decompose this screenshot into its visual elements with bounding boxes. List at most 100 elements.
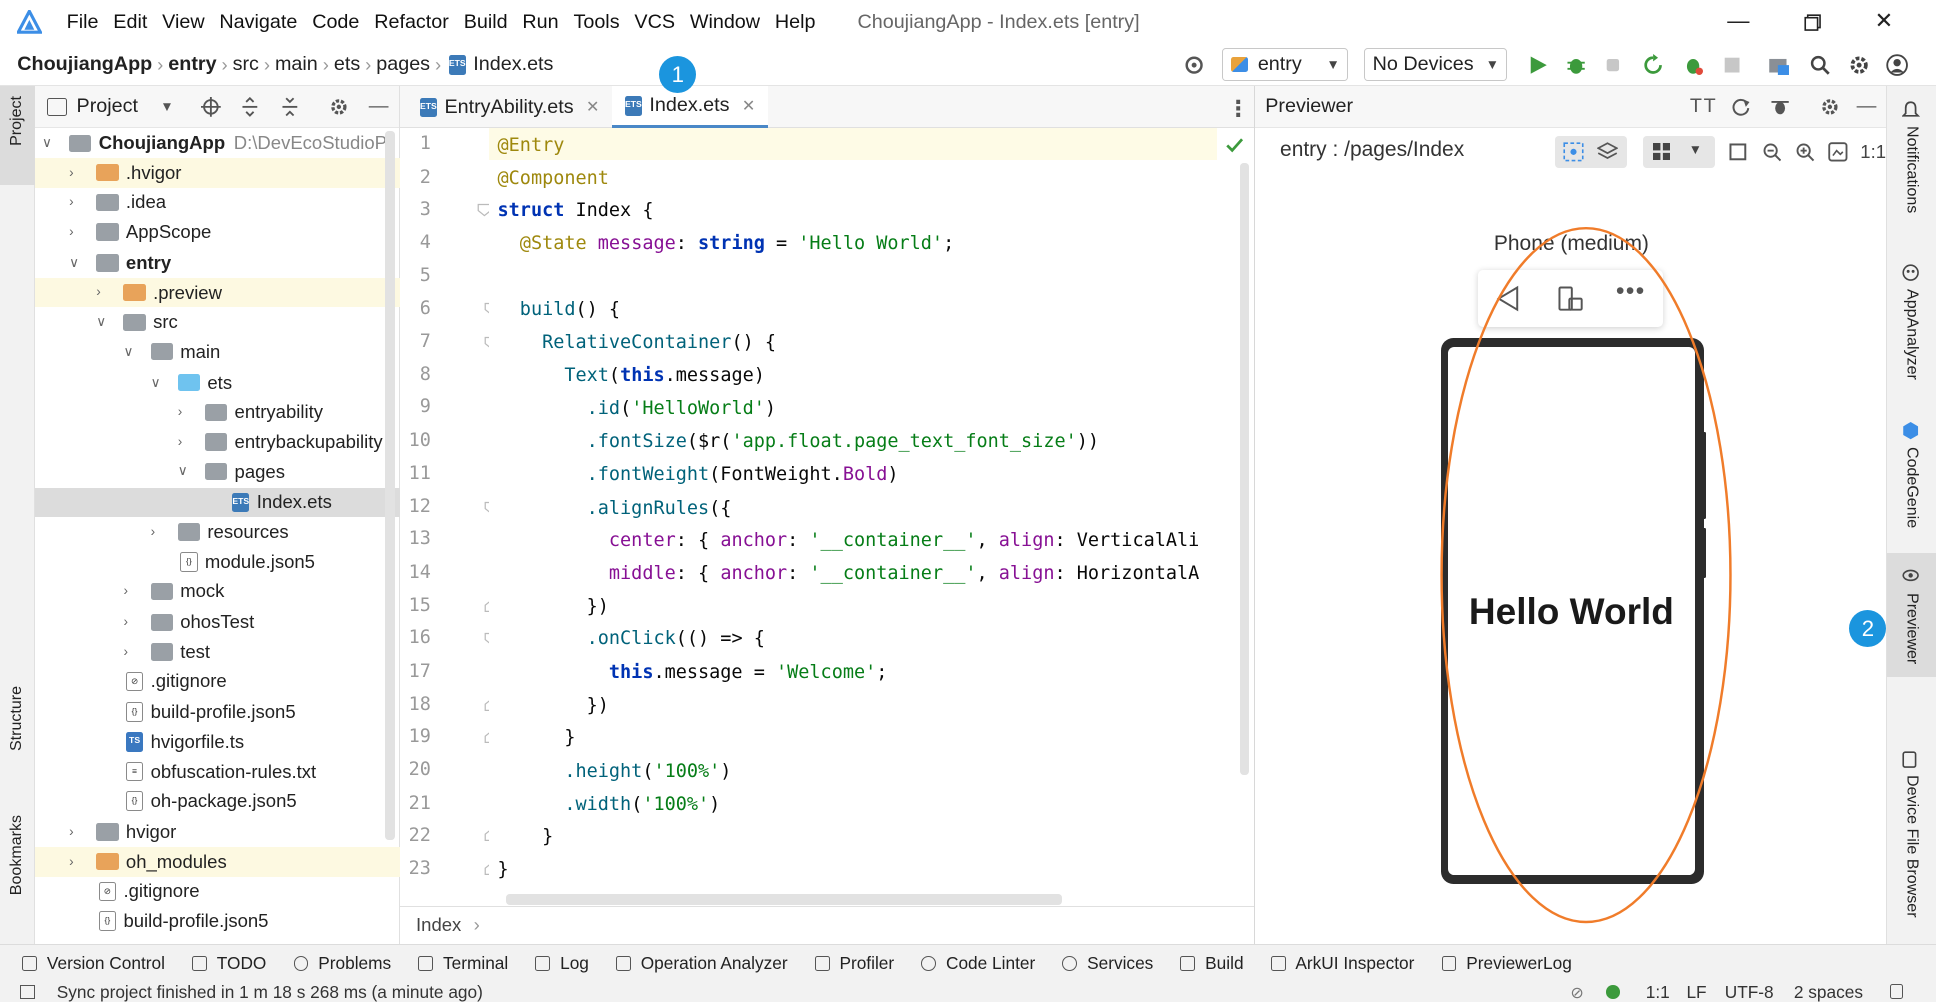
debug-icon[interactable] [1565,54,1587,76]
menu-run[interactable]: Run [515,11,566,34]
menu-edit[interactable]: Edit [106,11,155,34]
tree-item[interactable]: › test [35,637,400,667]
editor-vertical-scrollbar[interactable] [1239,162,1250,776]
tab-entryability[interactable]: ETS EntryAbility.ets ✕ [407,86,611,128]
zoom-out-icon[interactable] [1762,142,1782,162]
tool-services[interactable]: Services [1062,953,1153,974]
tree-item[interactable]: ⊘ .gitignore [35,877,400,907]
tab-project[interactable]: Project [7,96,26,146]
preview-eye-icon[interactable] [1563,142,1584,162]
tree-item[interactable]: {} oh-package.json5 [35,786,400,816]
tree-item[interactable]: TS hvigorfile.ts [35,727,400,757]
breadcrumb-ets[interactable]: ets [334,53,360,76]
account-icon[interactable] [1886,54,1909,77]
profile-run-icon[interactable] [1682,54,1704,76]
menu-refactor[interactable]: Refactor [367,11,456,34]
more-tabs-icon[interactable]: ⋮ [1227,96,1249,122]
tab-structure[interactable]: Structure [7,686,26,751]
tab-bookmarks[interactable]: Bookmarks [7,815,26,895]
menu-view[interactable]: View [155,11,212,34]
breadcrumb-file[interactable]: Index.ets [473,53,553,76]
breadcrumb-entry[interactable]: entry [168,53,216,76]
menu-help[interactable]: Help [767,11,822,34]
inspector-icon[interactable] [1769,97,1791,117]
tree-item[interactable]: › AppScope [35,217,400,247]
tab-codegenie[interactable]: CodeGenie [1902,447,1921,528]
project-panel-title[interactable]: Project [77,95,138,118]
collapse-all-icon[interactable] [280,97,300,117]
editor-horizontal-scrollbar[interactable] [506,893,1062,905]
close-tab-icon[interactable]: ✕ [742,96,755,116]
tree-item[interactable]: ≡ obfuscation-rules.txt [35,757,400,787]
inspections-off-icon[interactable]: ⊘ [1570,983,1583,1002]
tool-log[interactable]: Log [535,953,589,974]
target-icon[interactable] [1183,54,1205,76]
tree-item[interactable]: › hvigor [35,817,400,847]
breadcrumb-project[interactable]: ChoujiangApp [17,53,152,76]
settings-icon[interactable] [1848,54,1870,76]
breadcrumb-main[interactable]: main [275,53,318,76]
fit-screen-icon[interactable] [1728,142,1748,162]
search-icon[interactable] [1809,54,1831,76]
tree-item[interactable]: › resources [35,517,400,547]
lock-icon[interactable] [1890,983,1903,999]
tree-item[interactable]: {} build-profile.json5 [35,906,400,936]
hide-previewer-icon[interactable]: — [1857,95,1877,118]
tool-problems[interactable]: Problems [293,953,391,974]
tree-scrollbar[interactable] [385,130,396,840]
tree-item[interactable]: {} module.json5 [35,547,400,577]
tree-item[interactable]: › entryability [35,398,400,428]
menu-window[interactable]: Window [682,11,767,34]
status-message[interactable]: Sync project finished in 1 m 18 s 268 ms… [57,982,483,1002]
maximize-button[interactable] [1798,7,1828,37]
menu-navigate[interactable]: Navigate [212,11,305,34]
tree-item-selected[interactable]: ETS Index.ets [34,487,400,518]
stop-icon[interactable] [1721,54,1743,76]
tab-appanalyzer[interactable]: AppAnalyzer [1902,289,1921,380]
tree-item[interactable]: › entrybackupability [35,427,400,457]
device-selector[interactable]: No Devices ▼ [1364,48,1508,82]
tab-index[interactable]: ETS Index.ets ✕ [612,86,768,129]
zoom-ratio-label[interactable]: 1:1 [1860,141,1886,163]
locate-file-icon[interactable] [200,97,221,117]
zoom-in-icon[interactable] [1795,142,1815,162]
tree-root[interactable]: ∨ ChoujiangApp D:\DevEcoStudioPr [35,128,400,158]
structure-crumb[interactable]: Index [416,914,461,936]
tree-item[interactable]: ∨ main [35,337,400,367]
status-ok-icon[interactable] [1606,985,1620,999]
tab-notifications[interactable]: Notifications [1902,126,1921,213]
status-toggle-icon[interactable] [19,984,35,1000]
module-selector[interactable]: entry ▼ [1222,48,1349,82]
tree-item[interactable]: › .hvigor [34,158,400,188]
menu-file[interactable]: File [59,11,106,34]
tree-item[interactable]: ∨ ets [35,368,400,398]
refresh-icon[interactable] [1731,97,1751,117]
tree-item[interactable]: ⊘ .gitignore [35,667,400,697]
apply-changes-icon[interactable] [1642,54,1664,76]
tree-item[interactable]: › .preview [34,277,400,308]
tree-item[interactable]: › .idea [35,188,400,218]
tree-item[interactable]: ∨ src [35,307,400,337]
hide-panel-icon[interactable]: — [369,95,389,118]
close-tab-icon[interactable]: ✕ [586,97,599,117]
run-icon[interactable] [1527,54,1549,76]
tool-operation-analyzer[interactable]: Operation Analyzer [616,953,788,974]
panel-settings-icon[interactable] [329,97,349,117]
layers-icon[interactable] [1597,142,1619,162]
tab-previewer[interactable]: Previewer [1902,593,1921,664]
tree-item[interactable]: › oh_modules [34,846,400,877]
tool-arkui-inspector[interactable]: ArkUI Inspector [1270,953,1414,974]
menu-code[interactable]: Code [305,11,367,34]
menu-build[interactable]: Build [456,11,515,34]
project-structure-icon[interactable] [1768,54,1790,76]
expand-all-icon[interactable] [240,97,260,117]
menu-vcs[interactable]: VCS [627,11,682,34]
tool-build[interactable]: Build [1180,953,1244,974]
tool-terminal[interactable]: Terminal [418,953,508,974]
close-window-button[interactable]: ✕ [1869,7,1899,37]
font-size-icon[interactable]: T T [1690,95,1716,118]
tree-item[interactable]: ∨ pages [35,457,400,487]
attach-debugger-icon[interactable] [1603,54,1625,76]
breadcrumb-src[interactable]: src [233,53,259,76]
multi-device-dropdown[interactable]: ▼ [1643,135,1715,168]
